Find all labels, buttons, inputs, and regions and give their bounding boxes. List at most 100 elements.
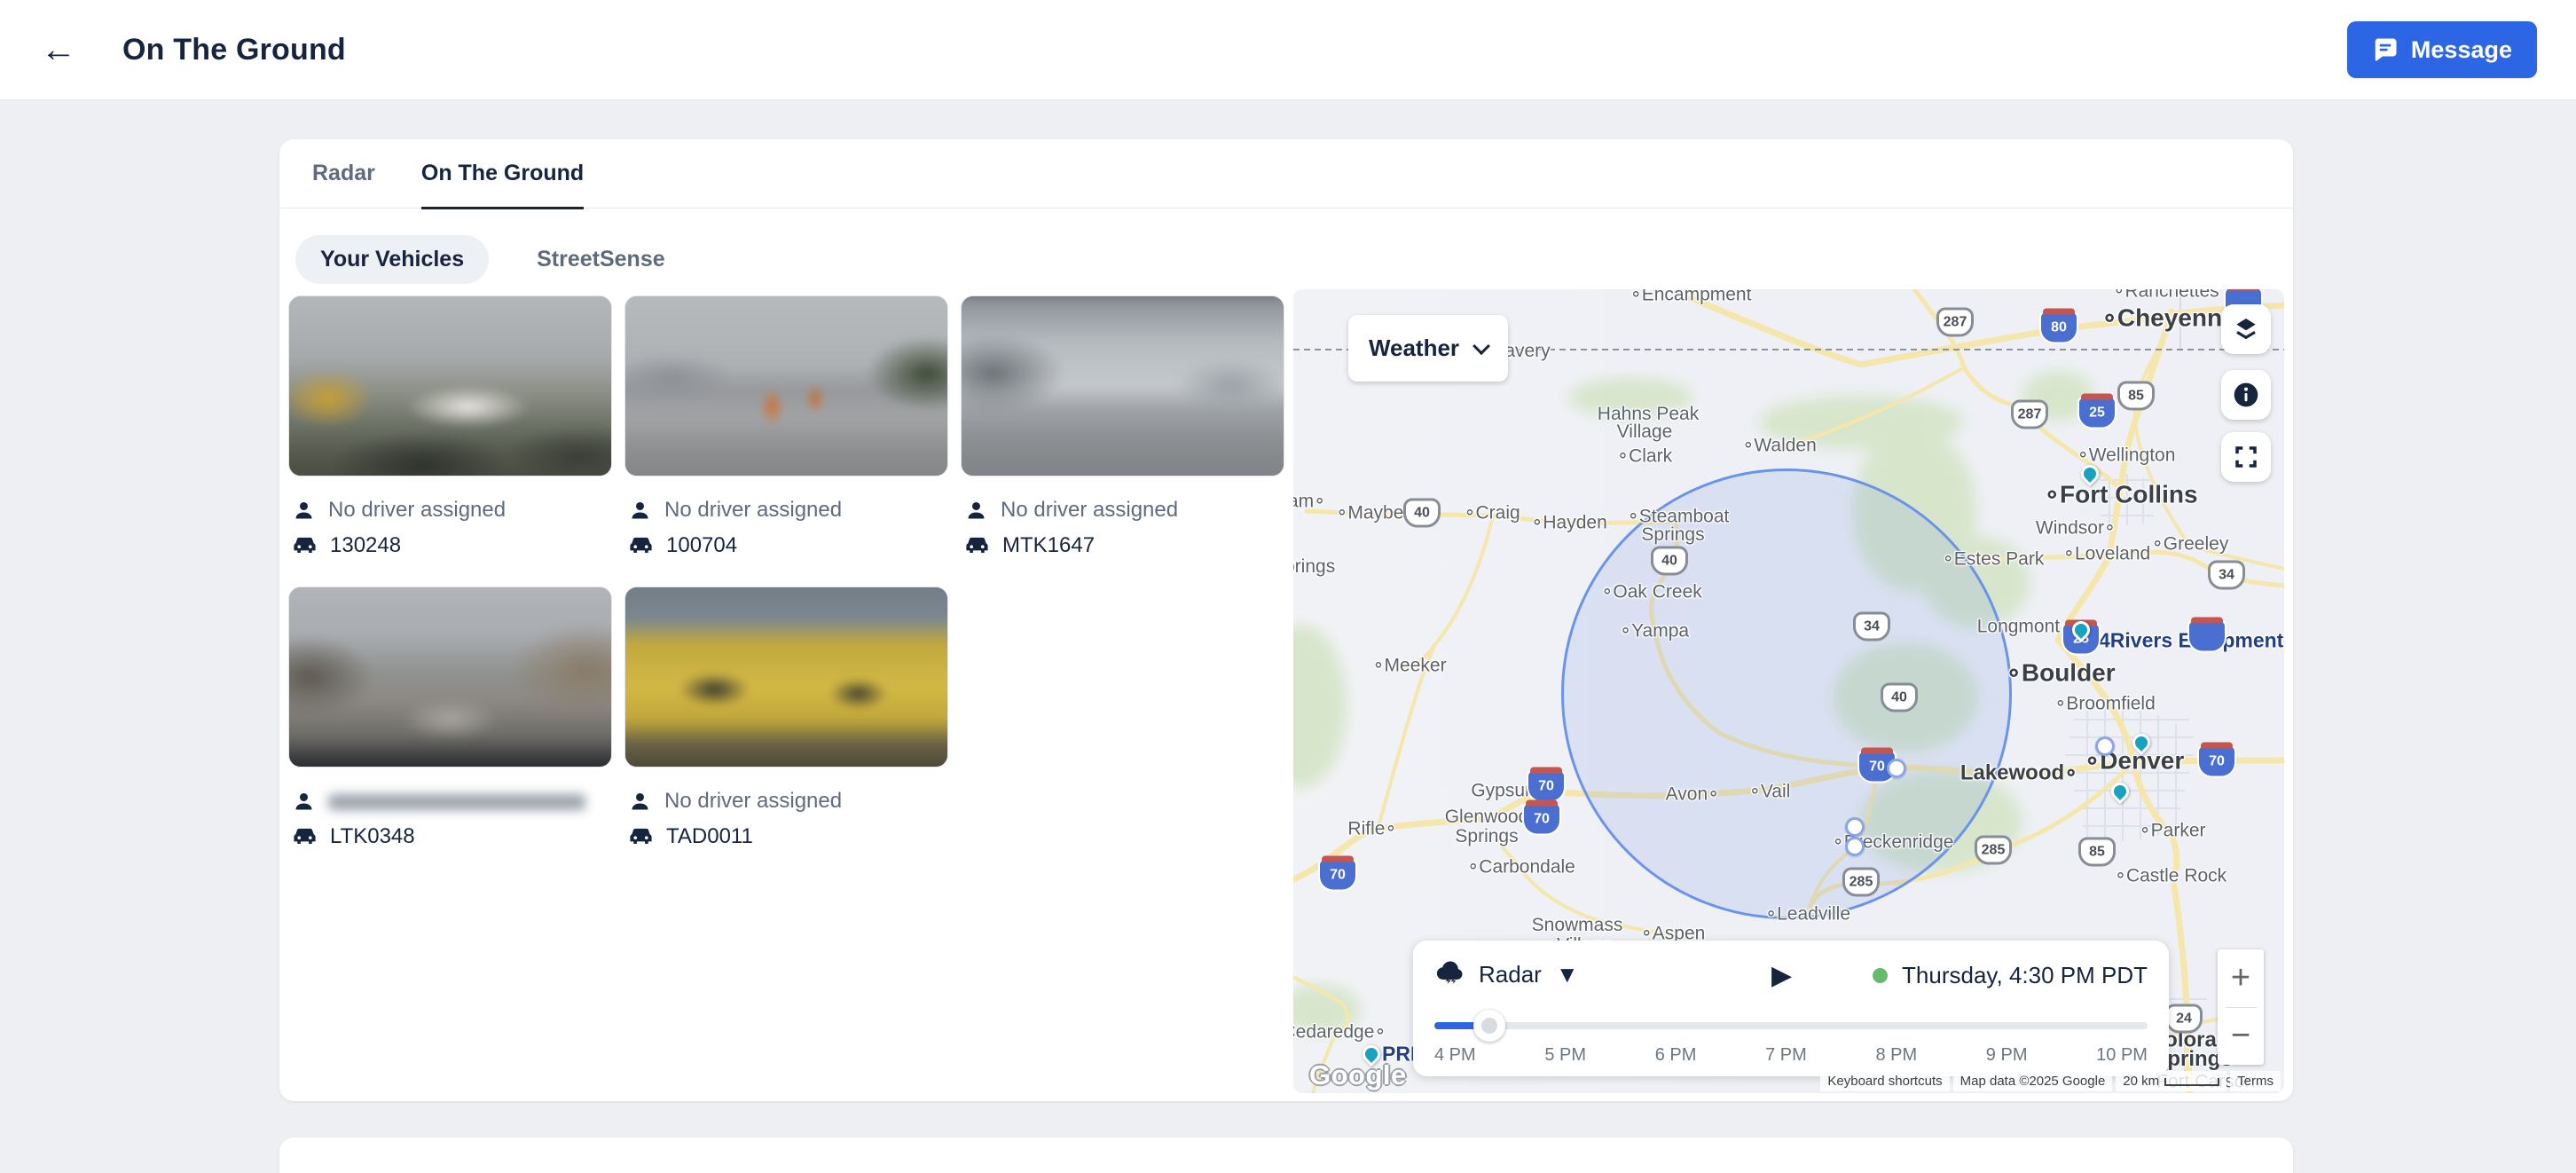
map-label: ∘Greeley xyxy=(2152,533,2229,555)
subtab-chip[interactable]: Your Vehicles xyxy=(295,235,489,284)
map-label: ∘Wellington xyxy=(2077,445,2176,467)
map-label: ∘Maybell xyxy=(1336,502,1412,524)
highway-shield: 80 xyxy=(2041,313,2077,342)
vehicle-id: TAD0011 xyxy=(666,824,753,849)
subtab-chip[interactable]: StreetSense xyxy=(512,235,690,284)
tabs: Radar On The Ground xyxy=(279,139,2293,209)
map-label: ∘Meeker xyxy=(1372,655,1446,677)
tab[interactable]: Radar xyxy=(312,139,375,209)
on-the-ground-panel: Radar On The Ground Your Vehicles Street… xyxy=(279,139,2293,1101)
weather-layer-dropdown[interactable]: Weather xyxy=(1348,315,1508,382)
highway-shield: 70 xyxy=(1528,772,1564,801)
map-label: ∘Ranchettes xyxy=(2113,289,2219,303)
map-label: ∘Broomfield xyxy=(2054,693,2156,715)
radar-layer-dropdown[interactable]: Radar ▼ xyxy=(1434,958,1579,990)
fullscreen-button[interactable] xyxy=(2221,432,2271,482)
map-label: ∘Fort Collins xyxy=(2044,480,2197,509)
play-button[interactable]: ▶ xyxy=(1771,960,1792,991)
highway-shield: 287 xyxy=(2011,400,2048,429)
vehicle-card: No driver assigned TAD0011 xyxy=(624,586,948,851)
back-arrow-icon[interactable]: ← xyxy=(41,32,76,67)
zoom-out-button[interactable]: − xyxy=(2218,1008,2264,1066)
highway-shield: 85 xyxy=(2117,382,2155,411)
map-label: ∘Craig xyxy=(1464,502,1520,524)
info-icon xyxy=(2232,381,2260,409)
vehicle-icon xyxy=(292,533,318,559)
keyboard-shortcuts-link[interactable]: Keyboard shortcuts xyxy=(1820,1071,1949,1091)
map-label: Springs xyxy=(1455,826,1518,847)
radar-timeline-panel: Radar ▼ ▶ Thursday, 4:30 PM PDT 4 PM5 PM… xyxy=(1413,941,2169,1076)
layers-button[interactable] xyxy=(2221,304,2271,354)
time-tick: 8 PM xyxy=(1875,1045,1917,1066)
radar-slider-thumb[interactable] xyxy=(1473,1010,1505,1042)
map-label: am∘ xyxy=(1293,491,1325,513)
vehicle-camera-snapshot[interactable] xyxy=(288,295,612,476)
layers-icon xyxy=(2232,315,2260,343)
highway-shield: 285 xyxy=(1842,868,1880,897)
google-logo: Google xyxy=(1309,1059,1407,1091)
highway-shield: 34 xyxy=(1853,612,1890,642)
map-marker[interactable] xyxy=(1845,837,1865,856)
driver-name: No driver assigned xyxy=(664,789,842,814)
map-label: ∘Oak Creek xyxy=(1601,581,1702,603)
next-panel-partial xyxy=(279,1138,2293,1173)
driver-icon xyxy=(628,499,652,523)
vehicle-camera-snapshot[interactable] xyxy=(624,295,948,476)
map-label: Cedaredge∘ xyxy=(1293,1021,1386,1043)
time-tick: 4 PM xyxy=(1434,1045,1476,1066)
driver-icon xyxy=(292,499,316,523)
map-label: ∘Boulder xyxy=(2006,658,2115,688)
map-attribution: Keyboard shortcuts Map data ©2025 Google… xyxy=(1820,1071,2281,1091)
vehicle-id: LTK0348 xyxy=(330,824,415,849)
caret-down-icon: ▼ xyxy=(1556,961,1579,988)
highway-shield xyxy=(2189,622,2225,651)
driver-icon xyxy=(292,790,316,814)
page-title: On The Ground xyxy=(122,33,346,67)
info-button[interactable] xyxy=(2221,370,2271,420)
highway-shield: 70 xyxy=(2199,747,2234,776)
storm-cloud-icon xyxy=(1434,958,1466,990)
map-label: ∘Yampa xyxy=(1620,620,1689,642)
vehicle-camera-snapshot[interactable] xyxy=(288,586,612,768)
map-label: Longmont∘ xyxy=(1977,616,2072,638)
radar-slider-track[interactable] xyxy=(1434,1022,2148,1029)
map-label: Lakewood∘ xyxy=(1960,760,2077,786)
terms-link[interactable]: Terms xyxy=(2230,1071,2281,1091)
map-label: ∘Vail xyxy=(1749,781,1791,803)
map-label: ∘Loveland xyxy=(2063,543,2150,565)
map-label: Springs xyxy=(1641,524,1704,546)
map-marker[interactable] xyxy=(1887,759,1906,778)
map-marker[interactable] xyxy=(2095,736,2115,756)
highway-shield: 40 xyxy=(1881,683,1918,712)
tab[interactable]: On The Ground xyxy=(421,139,584,209)
map-data-text: Map data ©2025 Google xyxy=(1953,1071,2113,1091)
map-scale: 20 km xyxy=(2116,1071,2227,1091)
time-tick: 5 PM xyxy=(1544,1045,1586,1066)
message-button[interactable]: Message xyxy=(2347,21,2537,78)
zoom-in-button[interactable]: + xyxy=(2218,949,2264,1007)
map-label: ∘Parker xyxy=(2140,820,2206,842)
map-zoom-control: + − xyxy=(2218,949,2264,1065)
time-tick: 10 PM xyxy=(2096,1045,2148,1066)
map-label: Glenwood xyxy=(1445,807,1529,828)
map[interactable]: ∘Encampment ∘Ranchettes ∘Cheyenne Savery… xyxy=(1293,289,2284,1093)
map-marker[interactable] xyxy=(1845,817,1865,837)
vehicle-camera-snapshot[interactable] xyxy=(961,295,1284,476)
highway-shield: 287 xyxy=(1936,308,1974,337)
vehicle-id: 100704 xyxy=(666,533,737,558)
map-label: ∘Clark xyxy=(1617,445,1672,468)
vehicle-card: No driver assigned 100704 xyxy=(624,295,948,560)
highway-shield: 24 xyxy=(2165,1004,2203,1034)
map-label: ∘Castle Rock xyxy=(2115,865,2227,887)
vehicle-icon xyxy=(628,533,654,559)
driver-name: No driver assigned xyxy=(1001,498,1178,523)
vehicle-camera-snapshot[interactable] xyxy=(624,586,948,768)
time-tick: 7 PM xyxy=(1765,1045,1807,1066)
map-label: ∘Encampment xyxy=(1630,289,1752,306)
highway-shield: 25 xyxy=(2079,398,2115,428)
vehicle-card: No driver assigned 130248 xyxy=(288,295,612,560)
vehicle-card: No driver assigned MTK1647 xyxy=(961,295,1284,560)
status-dot xyxy=(1873,968,1888,983)
scale-bar xyxy=(2164,1078,2219,1086)
map-label: Snowmass xyxy=(1532,915,1623,936)
